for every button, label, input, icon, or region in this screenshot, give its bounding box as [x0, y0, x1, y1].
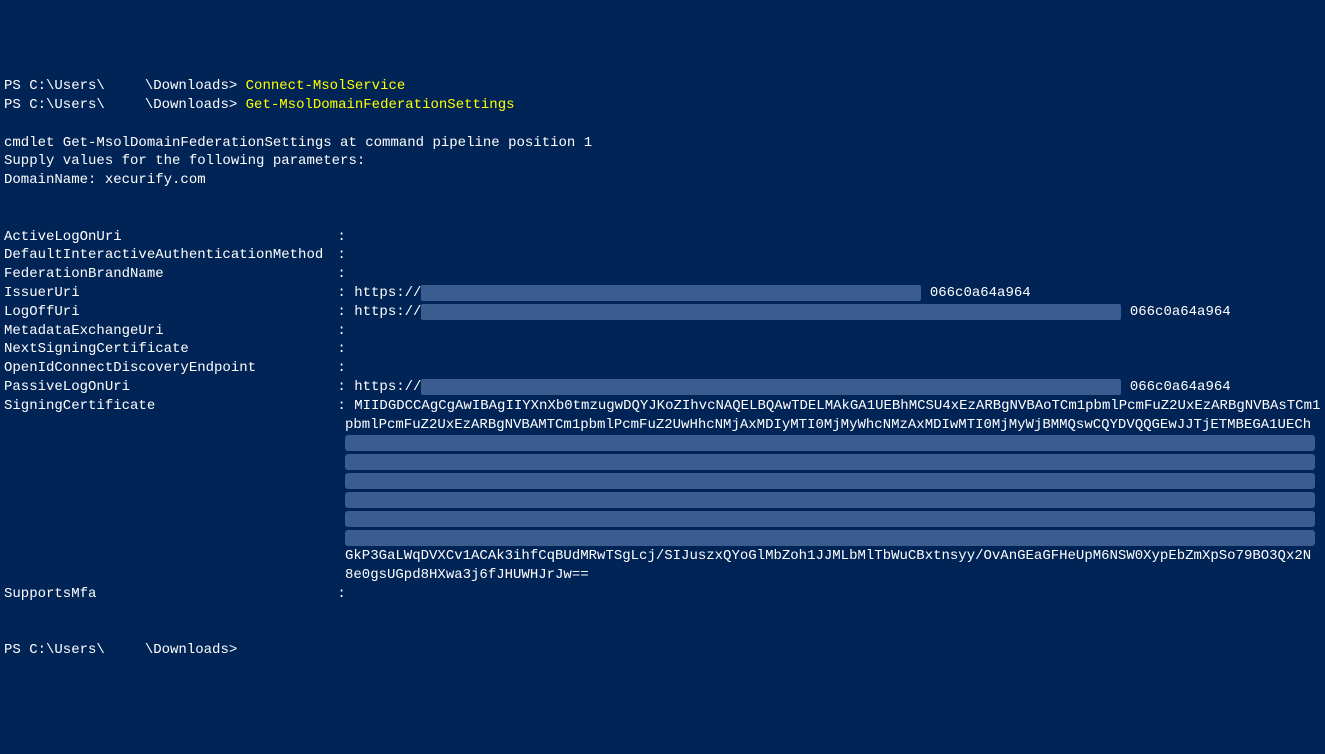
ps-path-suffix: \Downloads> — [145, 78, 246, 94]
redacted-url — [421, 285, 921, 301]
separator: : — [329, 398, 354, 414]
prop-label: NextSigningCertificate — [4, 340, 329, 359]
prop-label: DefaultInteractiveAuthenticationMethod — [4, 246, 329, 265]
cmdlet-get-federation: Get-MsolDomainFederationSettings — [246, 97, 515, 113]
redacted-username — [105, 78, 145, 92]
separator: : — [329, 247, 354, 263]
prop-supportsmfa: SupportsMfa : — [4, 585, 1321, 604]
separator: : — [329, 266, 354, 282]
blank-line — [4, 623, 1321, 642]
cmdlet-connect: Connect-MsolService — [246, 78, 406, 94]
prop-value-prefix: https:// — [354, 304, 421, 320]
prop-label: FederationBrandName — [4, 265, 329, 284]
ps-path-suffix: \Downloads> — [145, 97, 246, 113]
prop-value-suffix: 066c0a64a964 — [1130, 304, 1231, 320]
blank-line — [4, 115, 1321, 134]
prop-label: IssuerUri — [4, 284, 329, 303]
separator: : — [329, 304, 354, 320]
ps-prompt-prefix: PS C:\Users\ — [4, 78, 105, 94]
separator: : — [329, 285, 354, 301]
prop-label: SigningCertificate — [4, 397, 329, 416]
prop-defaultauth: DefaultInteractiveAuthenticationMethod : — [4, 246, 1321, 265]
prop-nextsigning: NextSigningCertificate : — [4, 340, 1321, 359]
separator: : — [329, 229, 354, 245]
separator: : — [329, 586, 354, 602]
ps-prompt-prefix: PS C:\Users\ — [4, 642, 105, 658]
prompt-line-3[interactable]: PS C:\Users\ \Downloads> — [4, 641, 1321, 660]
redacted-url — [421, 379, 1121, 395]
prop-label: MetadataExchangeUri — [4, 322, 329, 341]
blank-line — [4, 190, 1321, 209]
redacted-username — [105, 643, 145, 657]
prompt-line-2: PS C:\Users\ \Downloads> Get-MsolDomainF… — [4, 96, 1321, 115]
prop-label: ActiveLogOnUri — [4, 228, 329, 247]
cmdlet-info-line2: Supply values for the following paramete… — [4, 152, 1321, 171]
prop-label: SupportsMfa — [4, 585, 329, 604]
redacted-username — [105, 97, 145, 111]
separator: : — [329, 323, 354, 339]
prop-label: OpenIdConnectDiscoveryEndpoint — [4, 359, 329, 378]
prop-value-suffix: 066c0a64a964 — [930, 285, 1031, 301]
cert-line-4: 8e0gsUGpd8HXwa3j6fJHUWHJrJw== — [4, 566, 1321, 585]
prop-value-suffix: 066c0a64a964 — [1130, 379, 1231, 395]
cert-line-2: pbmlPcmFuZ2UxEzARBgNVBAMTCm1pbmlPcmFuZ2U… — [4, 416, 1321, 435]
prop-openid: OpenIdConnectDiscoveryEndpoint : — [4, 359, 1321, 378]
separator: : — [329, 360, 354, 376]
prop-passivelogon: PassiveLogOnUri : https:// 066c0a64a964 — [4, 378, 1321, 397]
ps-prompt-prefix: PS C:\Users\ — [4, 97, 105, 113]
prompt-line-1: PS C:\Users\ \Downloads> Connect-MsolSer… — [4, 77, 1321, 96]
blank-line — [4, 604, 1321, 623]
cmdlet-info-line3: DomainName: xecurify.com — [4, 171, 1321, 190]
prop-value-prefix: https:// — [354, 379, 421, 395]
cert-line-3: GkP3GaLWqDVXCv1ACAk3ihfCqBUdMRwTSgLcj/SI… — [4, 547, 1321, 566]
blank-line — [4, 209, 1321, 228]
prop-issueruri: IssuerUri : https:// 066c0a64a964 — [4, 284, 1321, 303]
prop-label: LogOffUri — [4, 303, 329, 322]
prop-logoffuri: LogOffUri : https:// 066c0a64a964 — [4, 303, 1321, 322]
separator: : — [329, 379, 354, 395]
redacted-cert-block — [345, 435, 1321, 546]
terminal-output[interactable]: PS C:\Users\ \Downloads> Connect-MsolSer… — [4, 77, 1321, 660]
prop-signingcert: SigningCertificate : MIIDGDCCAgCgAwIBAgI… — [4, 397, 1321, 416]
redacted-url — [421, 304, 1121, 320]
cmdlet-info-line1: cmdlet Get-MsolDomainFederationSettings … — [4, 134, 1321, 153]
prop-label: PassiveLogOnUri — [4, 378, 329, 397]
cert-line-1: MIIDGDCCAgCgAwIBAgIIYXnXb0tmzugwDQYJKoZI… — [354, 398, 1320, 414]
prop-federationbrand: FederationBrandName : — [4, 265, 1321, 284]
separator: : — [329, 341, 354, 357]
prop-activelogonuri: ActiveLogOnUri : — [4, 228, 1321, 247]
prop-value-prefix: https:// — [354, 285, 421, 301]
prop-metadata: MetadataExchangeUri : — [4, 322, 1321, 341]
ps-path-suffix: \Downloads> — [145, 642, 237, 658]
